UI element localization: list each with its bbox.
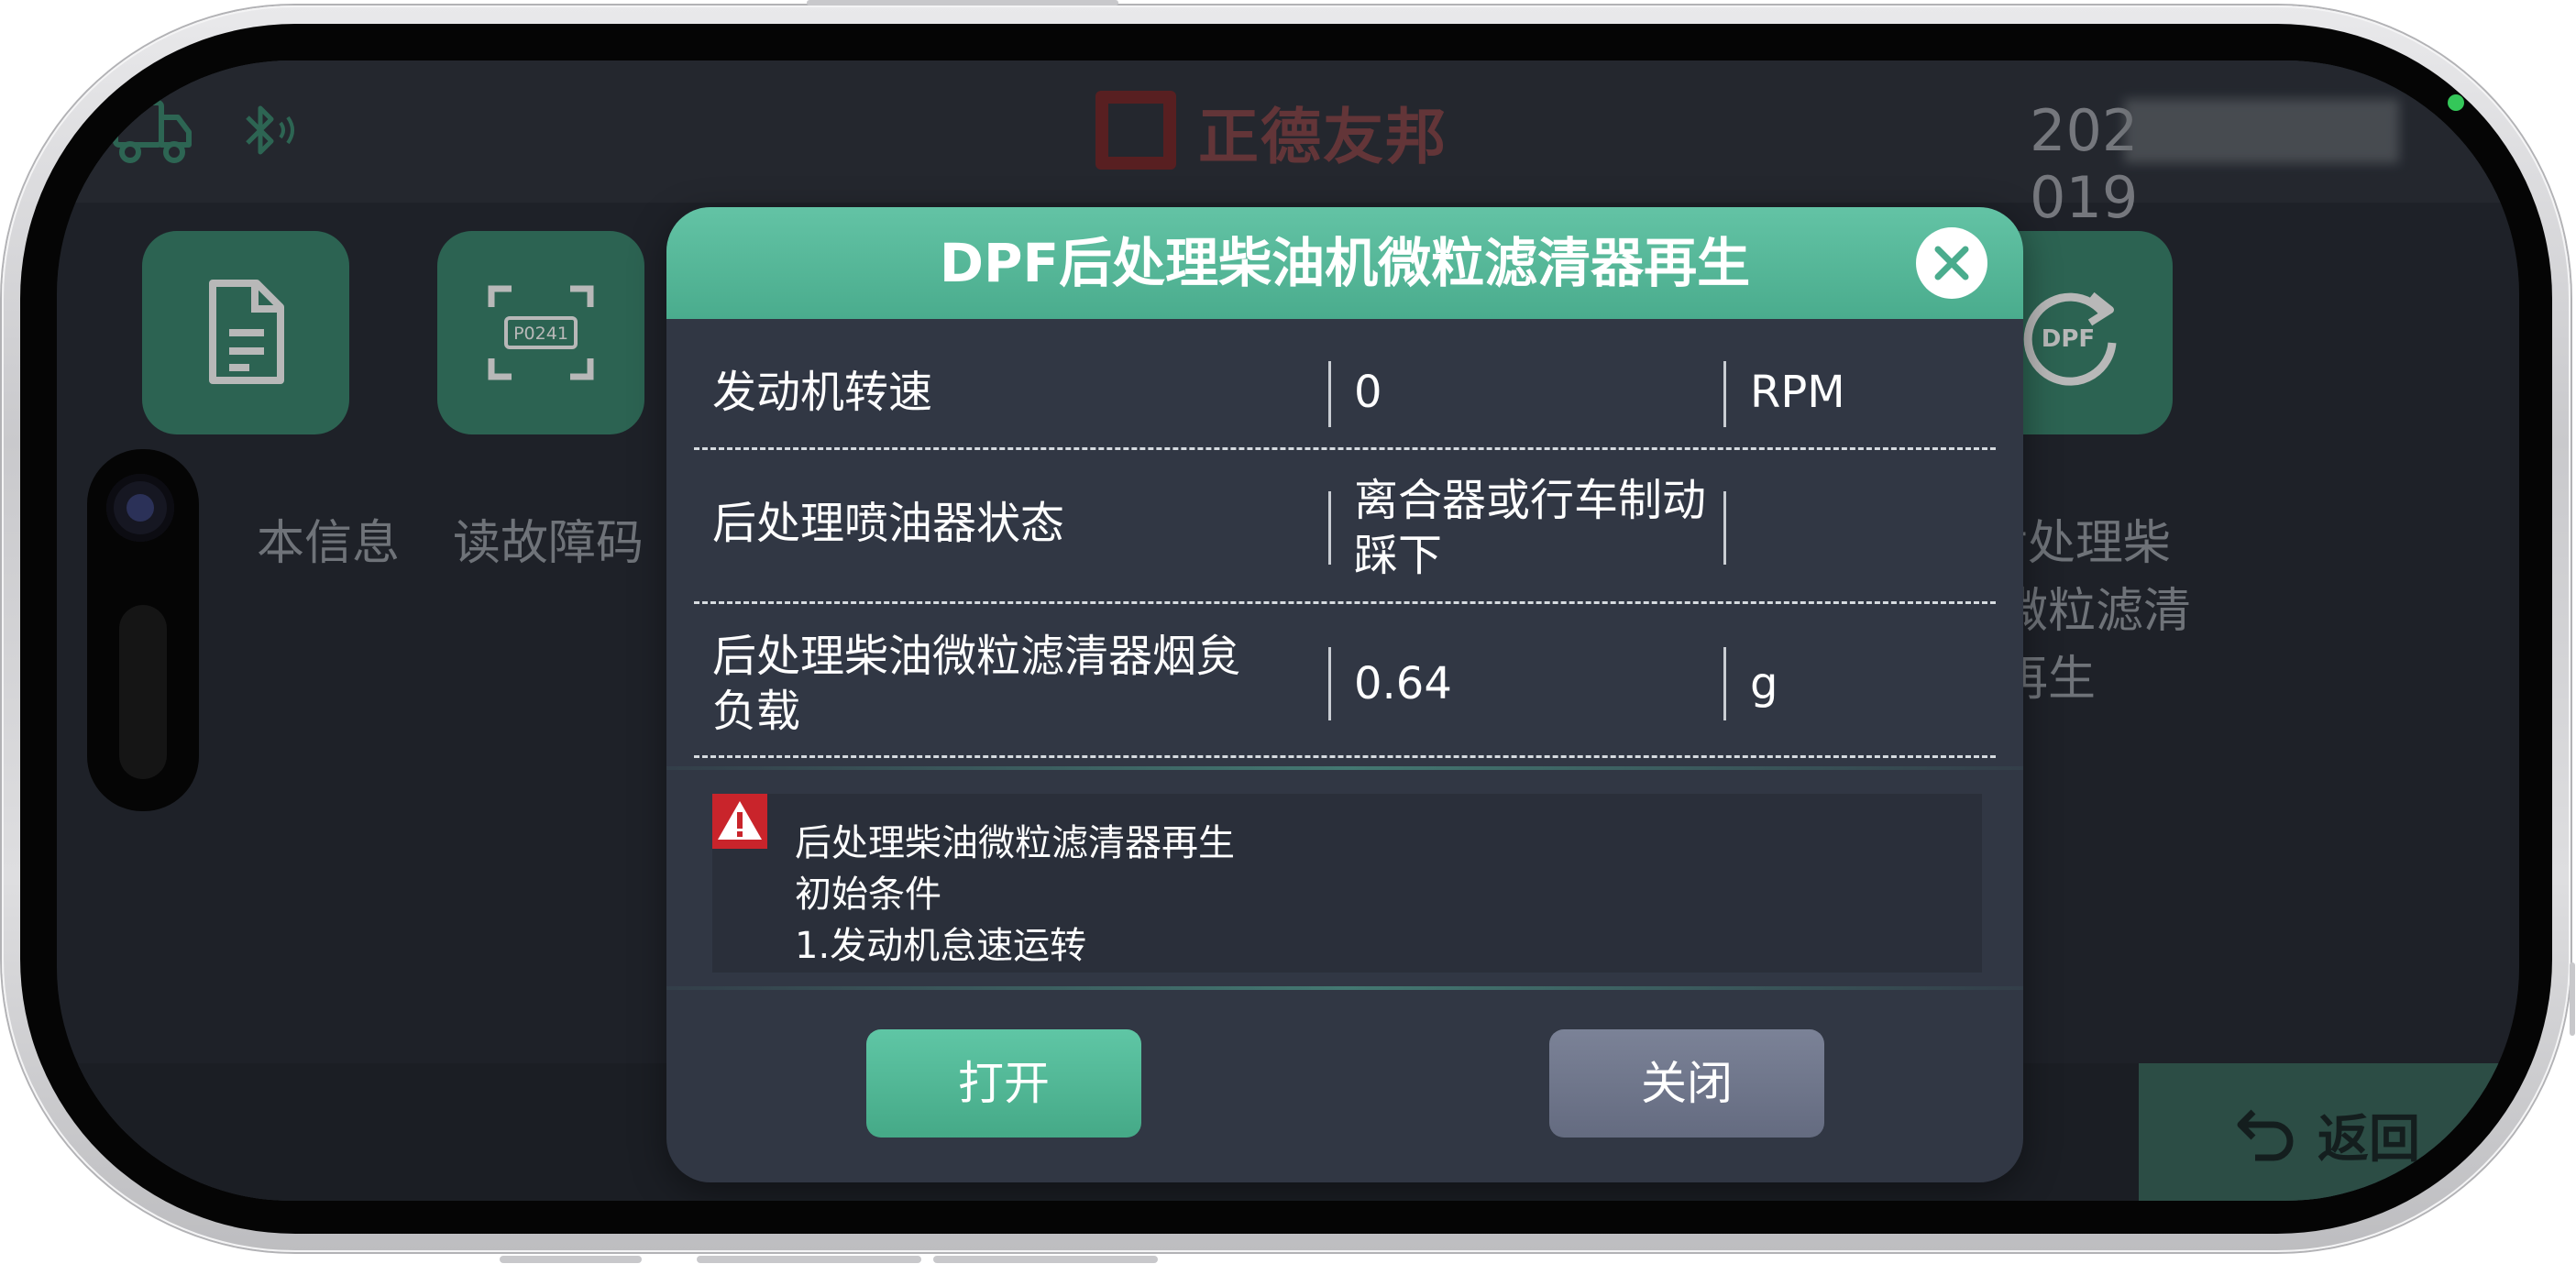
column-divider bbox=[1723, 491, 1726, 565]
param-name: 发动机转速 bbox=[712, 367, 933, 418]
column-divider bbox=[1328, 491, 1331, 565]
instruction-panel[interactable]: 后处理柴油微粒滤清器再生 初始条件 1.发动机怠速运转 bbox=[712, 794, 1982, 973]
warning-icon bbox=[712, 794, 767, 849]
hardware-button-bottom-1 bbox=[500, 1256, 642, 1263]
camera-lens-icon bbox=[106, 474, 174, 542]
param-unit: g bbox=[1750, 658, 1778, 709]
instruction-line: 1.发动机怠速运转 bbox=[795, 925, 1087, 967]
column-divider bbox=[1723, 361, 1726, 427]
column-divider bbox=[1723, 647, 1726, 720]
param-name: 后处理喷油器状态 bbox=[712, 498, 1065, 549]
dpf-regen-dialog: DPF后处理柴油机微粒滤清器再生 发动机转速 0 RPM 后处理喷油器状态 离合… bbox=[666, 207, 2023, 1182]
app-screen: 正德友邦 202019 本信息 P0241 读故障码 DPF F后处理柴 机微粒… bbox=[57, 60, 2519, 1201]
dialog-close-button[interactable] bbox=[1916, 227, 1987, 299]
open-button[interactable]: 打开 bbox=[866, 1029, 1141, 1138]
sensor-pill bbox=[119, 605, 167, 779]
hardware-button-bottom-3 bbox=[933, 1256, 1158, 1263]
column-divider bbox=[1328, 647, 1331, 720]
param-name: 后处理柴油微粒滤清器烟炱负载 bbox=[712, 631, 1241, 737]
param-value: 离合器或行车制动踩下 bbox=[1354, 475, 1707, 581]
divider-glow bbox=[666, 986, 2023, 990]
divider-glow bbox=[666, 766, 2023, 770]
instruction-text: 后处理柴油微粒滤清器再生 初始条件 1.发动机怠速运转 bbox=[795, 818, 1235, 972]
hardware-button-bottom-2 bbox=[697, 1256, 921, 1263]
hardware-button-right bbox=[2570, 962, 2575, 1036]
column-divider bbox=[1328, 361, 1331, 427]
camera-island bbox=[87, 449, 199, 811]
instruction-line: 后处理柴油微粒滤清器再生 bbox=[795, 822, 1235, 864]
dialog-title: DPF后处理柴油机微粒滤清器再生 bbox=[939, 232, 1751, 294]
param-value: 0 bbox=[1354, 367, 1382, 418]
privacy-indicator bbox=[2448, 94, 2464, 111]
close-icon bbox=[1934, 246, 1969, 280]
close-button[interactable]: 关闭 bbox=[1549, 1029, 1824, 1138]
hardware-button-top bbox=[807, 0, 1118, 5]
param-value: 0.64 bbox=[1354, 658, 1452, 709]
instruction-line: 初始条件 bbox=[795, 874, 941, 916]
param-unit: RPM bbox=[1750, 367, 1845, 418]
